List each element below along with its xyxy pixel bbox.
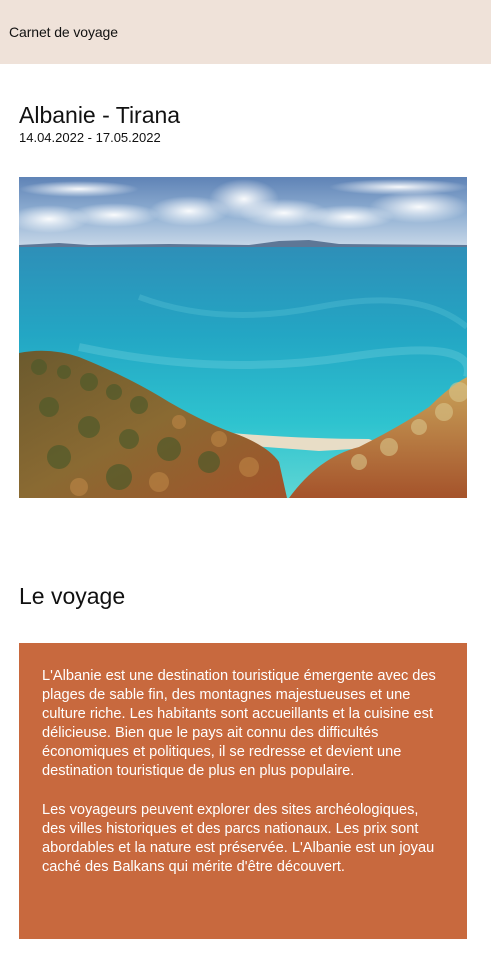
description-paragraph: L'Albanie est une destination touristiqu…	[42, 668, 436, 780]
hero-image	[19, 177, 467, 498]
trip-dates: 14.04.2022 - 17.05.2022	[19, 130, 161, 145]
description-card: L'Albanie est une destination touristiqu…	[19, 643, 467, 939]
app-title: Carnet de voyage	[9, 24, 118, 40]
trip-title: Albanie - Tirana	[19, 102, 181, 128]
section-title: Le voyage	[19, 583, 126, 609]
hero-coastline-illustration	[19, 177, 467, 498]
app-bar: Carnet de voyage	[0, 0, 491, 64]
description-paragraph: Les voyageurs peuvent explorer des sites…	[42, 801, 435, 875]
